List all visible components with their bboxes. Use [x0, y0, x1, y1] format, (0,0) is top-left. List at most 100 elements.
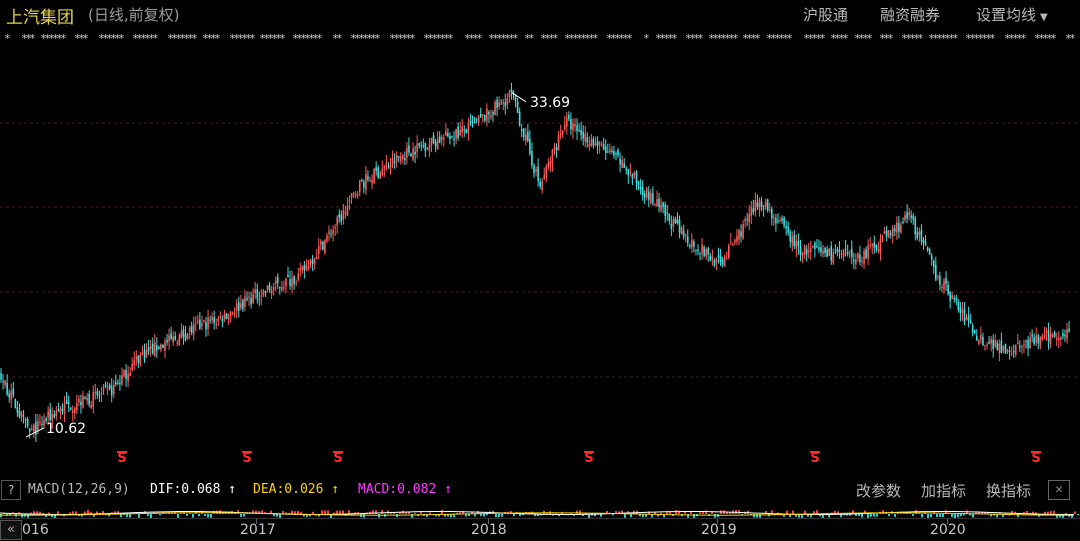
candle-body — [955, 297, 958, 301]
candle-body — [377, 167, 379, 178]
candle-body — [863, 251, 865, 264]
candle-body — [1004, 343, 1007, 354]
candle-body — [172, 336, 174, 343]
candle-body — [467, 123, 470, 134]
candle-body — [225, 314, 228, 319]
candle-body — [246, 298, 248, 300]
help-button[interactable]: ? — [1, 480, 21, 500]
candle-body — [678, 219, 681, 233]
event-marker: * — [754, 32, 761, 45]
candle-body — [826, 249, 828, 257]
dif-label: DIF:0.068 — [150, 482, 221, 497]
candle-body — [354, 194, 357, 196]
candle-body — [574, 124, 576, 127]
candle-body — [670, 224, 673, 229]
candle-body — [1035, 335, 1038, 343]
candle-body — [141, 352, 144, 354]
macd-bar — [678, 510, 680, 514]
candle-body — [18, 411, 21, 417]
candle-body — [953, 297, 956, 299]
event-marker: * — [643, 32, 650, 45]
candle-body — [311, 259, 314, 264]
candle-body — [803, 245, 806, 254]
candle-body — [615, 153, 617, 155]
event-marker: * — [917, 32, 924, 45]
candle-body — [215, 324, 218, 326]
candle-body — [1023, 344, 1025, 346]
candle-body — [795, 240, 798, 249]
candle-body — [303, 265, 306, 270]
candle-body — [299, 267, 302, 271]
event-marker: * — [60, 32, 67, 45]
candle-body — [235, 303, 238, 311]
candle-body — [1055, 337, 1058, 340]
macd-bar — [1074, 511, 1076, 514]
candle-body — [112, 384, 115, 395]
candle-body — [119, 382, 121, 384]
candle-body — [557, 135, 560, 151]
margin-trading-button[interactable]: 融资融券 — [880, 4, 940, 25]
close-icon[interactable]: ✕ — [1048, 480, 1070, 500]
candle-body — [590, 139, 593, 147]
candle-body — [1066, 329, 1068, 339]
event-marker: * — [409, 32, 416, 45]
candle-body — [959, 307, 962, 313]
candle-body — [697, 249, 699, 252]
candle-body — [807, 250, 810, 253]
candle-body — [836, 249, 839, 252]
candle-body — [350, 193, 353, 198]
switch-indicator-button[interactable]: 换指标 — [986, 480, 1031, 501]
xaxis-label-2018: 2018 — [471, 522, 507, 538]
macd-bar — [501, 514, 503, 517]
event-marker: * — [476, 32, 483, 45]
hk-connect-button[interactable]: 沪股通 — [803, 4, 848, 25]
xaxis-label-2017: 2017 — [240, 522, 276, 538]
candle-body — [1064, 335, 1066, 337]
macd-bar — [495, 514, 497, 518]
macd-bar — [36, 511, 38, 514]
macd-bar — [576, 510, 578, 514]
indicator-bar: ? MACD(12,26,9) DIF:0.068 ↑ DEA:0.026 ↑ … — [0, 478, 1080, 502]
candle-body — [106, 387, 109, 389]
candle-body — [935, 264, 937, 280]
candle-body — [410, 153, 412, 157]
edit-params-button[interactable]: 改参数 — [856, 480, 901, 501]
event-marker: * — [989, 32, 996, 45]
candle-body — [51, 413, 54, 421]
candlestick-chart[interactable]: 33.69 10.62 — [0, 47, 1080, 452]
candle-body — [428, 143, 431, 152]
candle-body — [14, 399, 17, 409]
candle-body — [602, 143, 605, 150]
macd-bar — [1065, 512, 1067, 514]
scroll-left-button[interactable]: « — [0, 520, 22, 540]
add-indicator-button[interactable]: 加指标 — [921, 480, 966, 501]
candle-body — [797, 240, 800, 247]
macd-bar — [339, 510, 341, 514]
candle-body — [520, 129, 523, 131]
xaxis-label-2020: 2020 — [930, 522, 966, 538]
candle-body — [289, 279, 291, 286]
macd-value: MACD:0.082 ↑ — [358, 482, 452, 497]
macd-bar — [951, 514, 953, 517]
event-marker: * — [191, 32, 198, 45]
sell-signal-mark: S — [583, 451, 595, 465]
candle-body — [715, 258, 718, 263]
candle-body — [896, 222, 898, 233]
candle-body — [205, 322, 207, 330]
candle-body — [908, 211, 910, 216]
candle-body — [1041, 336, 1044, 340]
candle-body — [285, 278, 287, 287]
candle-body — [369, 179, 371, 181]
candle-body — [992, 339, 994, 350]
ma-settings-button[interactable]: 设置均线 ▼ — [976, 4, 1048, 25]
dif-value: DIF:0.068 ↑ — [150, 482, 236, 497]
high-pointer — [511, 92, 527, 103]
candle-body — [459, 129, 461, 136]
event-marker: * — [1050, 32, 1057, 45]
candlestick-plot: 33.69 10.62 — [0, 82, 1080, 443]
macd-bar — [498, 514, 500, 517]
macd-bar — [33, 511, 35, 514]
macd-bar — [381, 510, 383, 514]
low-pointer — [25, 427, 45, 438]
candle-body — [426, 147, 429, 149]
